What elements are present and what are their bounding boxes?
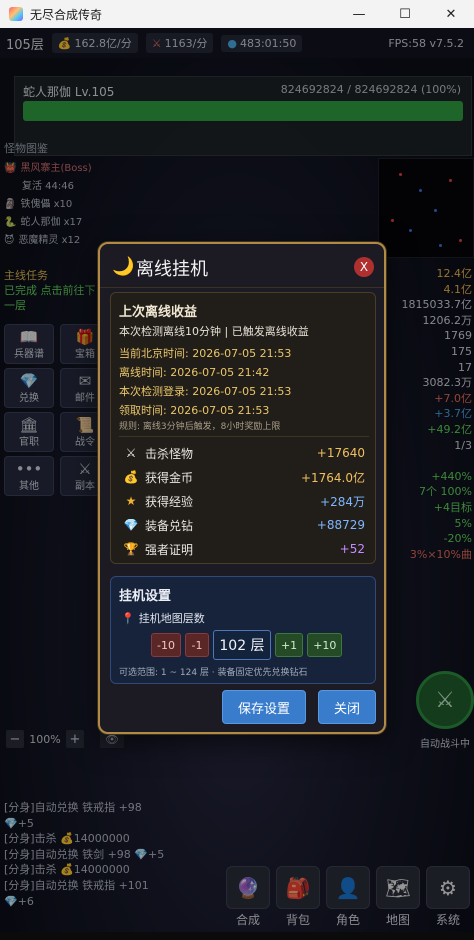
floor-input[interactable]: 102 层 <box>212 630 271 660</box>
trophy-icon: 🏆 <box>123 542 139 556</box>
floor-stepper: -10 -1 102 层 +1 +10 <box>151 630 343 660</box>
reward-row-exp: ★ 获得经验 +284万 <box>123 491 365 511</box>
earnings-subtitle: 本次检测离线10分钟 | 已触发离线收益 <box>119 325 309 338</box>
reward-label: 获得金币 <box>145 470 194 485</box>
reward-label: 装备兑钻 <box>145 518 194 533</box>
close-icon[interactable]: X <box>354 257 374 277</box>
reward-label: 获得经验 <box>145 494 194 509</box>
swords-icon: ⚔ <box>125 446 137 460</box>
close-button[interactable]: 关闭 <box>318 690 376 724</box>
floor-setting-label: 📍 挂机地图层数 <box>121 610 205 626</box>
offline-time: 离线时间: 2026-07-05 21:42 <box>119 366 270 379</box>
divider <box>119 436 369 437</box>
offline-earnings-box: 上次离线收益 本次检测离线10分钟 | 已触发离线收益 当前北京时间: 2026… <box>110 292 376 564</box>
minus-1-button[interactable]: -1 <box>184 633 209 657</box>
reward-value: +17640 <box>316 446 365 460</box>
reward-value: +1764.0亿 <box>300 470 365 485</box>
claim-time: 领取时间: 2026-07-05 21:53 <box>119 404 270 417</box>
reward-value: +284万 <box>320 494 365 509</box>
modal-header: 🌙 离线挂机 X <box>100 244 384 288</box>
minimize-button[interactable]: — <box>336 0 382 28</box>
modal-title: 离线挂机 <box>136 259 208 280</box>
reward-row-proof: 🏆 强者证明 +52 <box>123 539 365 559</box>
reward-label: 击杀怪物 <box>145 446 194 461</box>
reward-row-gold: 💰 获得金币 +1764.0亿 <box>123 467 365 487</box>
app-icon <box>9 7 23 21</box>
login-time: 本次检测登录: 2026-07-05 21:53 <box>119 385 292 398</box>
idle-settings-box: 挂机设置 📍 挂机地图层数 -10 -1 102 层 +1 +10 可选范围: 1… <box>110 576 376 684</box>
window-title: 无尽合成传奇 <box>30 7 103 22</box>
gold-bag-icon: 💰 <box>123 470 139 484</box>
moon-icon: 🌙 <box>112 256 135 277</box>
earnings-rule: 规则: 离线3分钟后触发，8小时奖励上限 <box>119 422 281 432</box>
plus-10-button[interactable]: +10 <box>307 633 343 657</box>
star-icon: ★ <box>125 494 137 508</box>
beijing-time: 当前北京时间: 2026-07-05 21:53 <box>119 347 292 360</box>
floor-range-note: 可选范围: 1 ~ 124 层 · 装备固定优先兑换钻石 <box>119 668 308 678</box>
idle-heading: 挂机设置 <box>119 589 172 604</box>
minus-10-button[interactable]: -10 <box>151 633 181 657</box>
reward-value: +52 <box>339 542 365 556</box>
window-titlebar: 无尽合成传奇 — ☐ ✕ <box>0 0 474 28</box>
close-window-button[interactable]: ✕ <box>428 0 474 28</box>
reward-row-diamond: 💎 装备兑钻 +88729 <box>123 515 365 535</box>
pin-icon: 📍 <box>121 612 135 625</box>
save-settings-button[interactable]: 保存设置 <box>222 690 306 724</box>
reward-row-kills: ⚔ 击杀怪物 +17640 <box>123 443 365 463</box>
offline-idle-modal: 🌙 离线挂机 X 上次离线收益 本次检测离线10分钟 | 已触发离线收益 当前北… <box>98 242 386 734</box>
earnings-heading: 上次离线收益 <box>119 305 198 320</box>
reward-label: 强者证明 <box>145 542 194 557</box>
diamond-icon: 💎 <box>123 518 139 532</box>
plus-1-button[interactable]: +1 <box>274 633 304 657</box>
reward-value: +88729 <box>316 518 365 532</box>
floor-setting-text: 挂机地图层数 <box>138 612 205 625</box>
maximize-button[interactable]: ☐ <box>382 0 428 28</box>
